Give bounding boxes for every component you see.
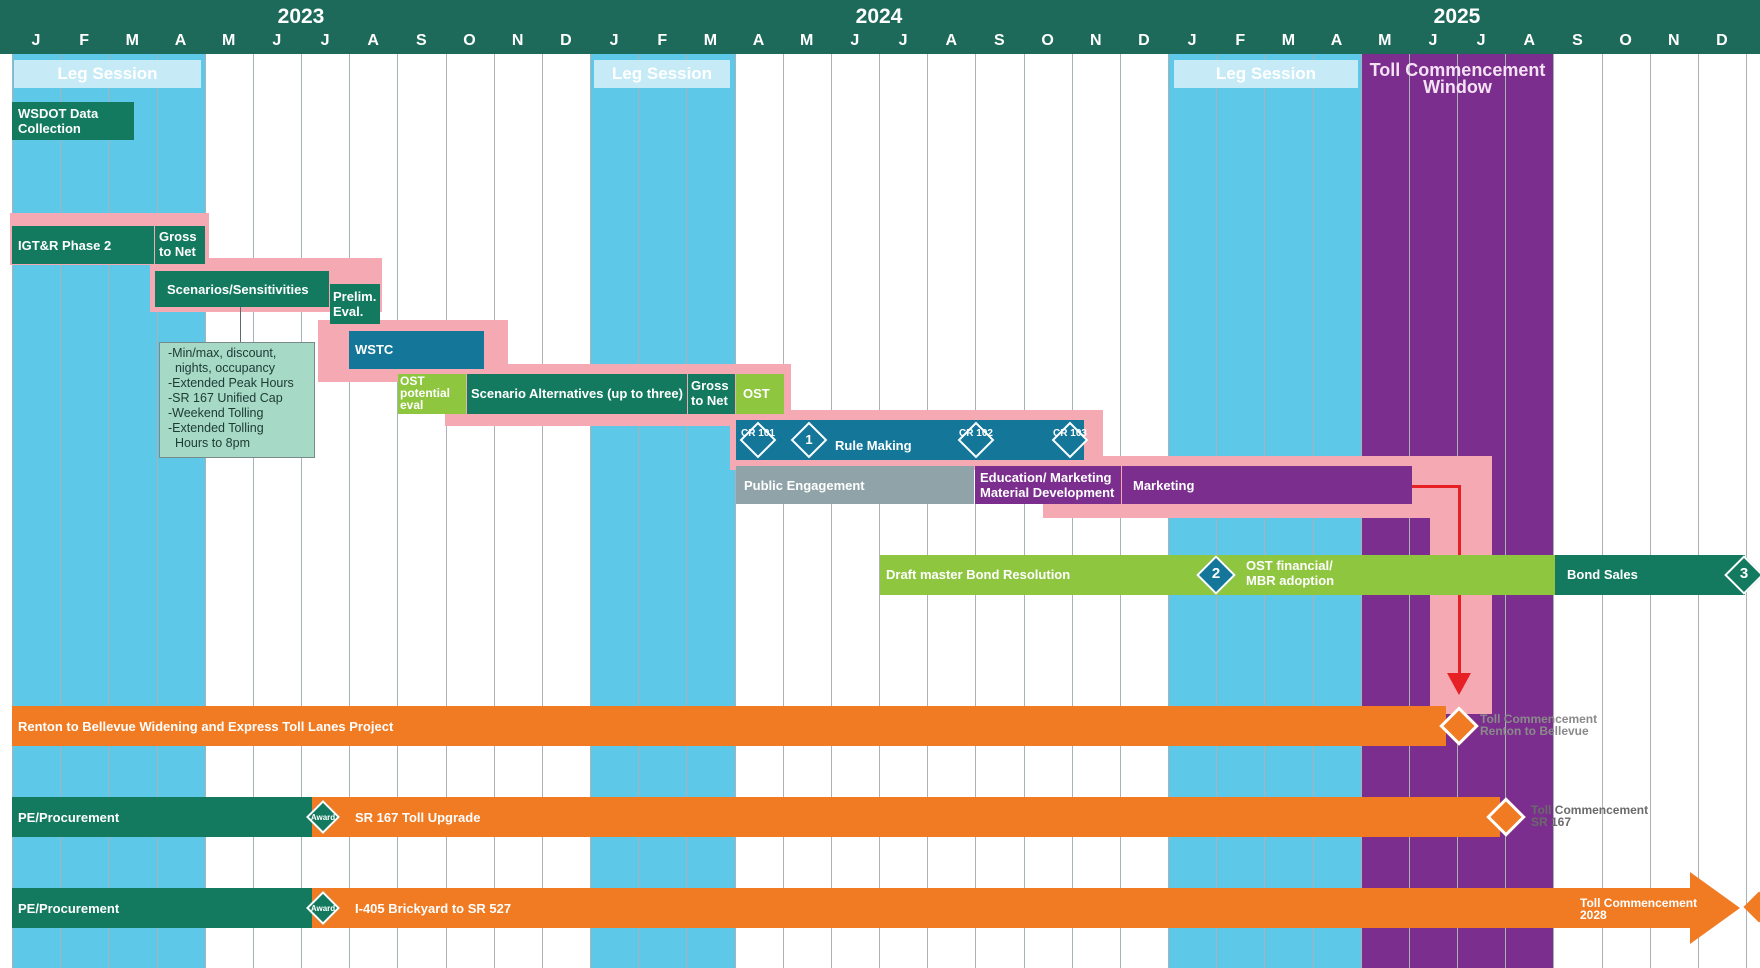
project-label-renton: Renton to Bellevue Widening and Express …: [18, 719, 394, 734]
month-label: A: [1523, 32, 1536, 49]
month-label: O: [463, 32, 476, 49]
toll-window-label: Toll Commencement Window: [1369, 62, 1546, 97]
milestone-label: 1: [805, 432, 813, 447]
month-label: A: [174, 32, 187, 49]
toll-commencement-label: Toll Commencement SR 167: [1531, 804, 1649, 829]
draft-bond-label: Draft master Bond Resolution: [886, 567, 1071, 582]
milestone-label: CR 102: [959, 428, 993, 439]
project-timeline-chart: 2023 2024 2025 J F M A M J J A S O N D J F M A M J J A S O N D J…: [0, 0, 1760, 968]
month-label: J: [850, 32, 860, 49]
note-item: Hours to 8pm: [168, 436, 250, 450]
task-bar-ost-potential: OST potential eval: [398, 374, 466, 414]
task-bar-scenarios: Scenarios/Sensitivities: [155, 271, 329, 307]
month-label: A: [752, 32, 765, 49]
project-bar-i405: [312, 888, 1692, 928]
milestone-label: 3: [1739, 565, 1749, 582]
month-label: N: [511, 32, 524, 49]
task-bar-ost: OST: [736, 374, 784, 414]
award-label: Award: [310, 813, 336, 822]
month-label: D: [1138, 32, 1150, 49]
month-gridline: [1698, 54, 1699, 968]
month-label: S: [1572, 32, 1583, 49]
task-bar-bond-sales: Bond Sales: [1555, 555, 1745, 595]
month-label: J: [1476, 32, 1486, 49]
task-bar-public-engagement: Public Engagement: [736, 466, 974, 504]
project-label-pe: PE/Procurement: [18, 901, 120, 916]
month-label: D: [560, 32, 572, 49]
task-bar-prelim-eval: Prelim. Eval.: [330, 284, 380, 324]
month-label: S: [416, 32, 427, 49]
month-label: J: [1428, 32, 1438, 49]
month-label: J: [272, 32, 282, 49]
month-label: M: [703, 32, 718, 49]
month-label: F: [79, 32, 90, 49]
award-label: Award: [310, 904, 336, 913]
project-bar-sr167: [312, 797, 1500, 837]
month-label: J: [609, 32, 619, 49]
year-label: 2025: [1433, 5, 1481, 28]
milestone-label: CR 101: [741, 428, 775, 439]
month-label: N: [1667, 32, 1680, 49]
note-item: -Min/max, discount,: [168, 346, 277, 360]
project-label-pe: PE/Procurement: [18, 810, 120, 825]
dependency-arrow: [1412, 485, 1460, 488]
year-label: 2023: [277, 5, 325, 28]
month-label: M: [1281, 32, 1296, 49]
month-label: S: [994, 32, 1005, 49]
task-bar-ost-financial: OST financial/ MBR adoption: [1246, 558, 1335, 588]
task-bar-wstc: WSTC: [349, 331, 484, 369]
milestone-label: 2: [1211, 565, 1221, 582]
leg-session-label: Leg Session: [14, 60, 201, 88]
note-item: -Weekend Tolling: [168, 406, 264, 420]
task-bar-marketing: Marketing: [1122, 466, 1412, 504]
month-label: M: [222, 32, 236, 49]
arrow-head: [1447, 673, 1471, 695]
task-bar-igtr: IGT&R Phase 2: [12, 226, 154, 264]
month-label: M: [125, 32, 139, 49]
leg-session-label: Leg Session: [1174, 60, 1358, 88]
toll-commencement-label: Toll Commencement 2028: [1580, 897, 1698, 922]
month-label: J: [898, 32, 908, 49]
month-label: D: [1716, 32, 1728, 49]
month-label: F: [657, 32, 668, 49]
task-bar-education: Education/ Marketing Material Developmen…: [975, 466, 1121, 504]
toll-commencement-label: Toll Commencement Renton to Bellevue: [1480, 713, 1598, 738]
month-label: J: [320, 32, 330, 49]
note-item: -SR 167 Unified Cap: [168, 391, 283, 405]
leg-session-label: Leg Session: [594, 60, 730, 88]
task-bar-scenario-alternatives: Scenario Alternatives (up to three): [467, 374, 687, 414]
month-label: A: [367, 32, 379, 49]
milestone-label: CR 103: [1053, 428, 1087, 439]
month-label: F: [1235, 32, 1246, 49]
month-gridline: [1746, 54, 1747, 968]
month-label: N: [1089, 32, 1102, 49]
task-bar-gross-net: Gross to Net: [155, 226, 205, 264]
rule-making-label: Rule Making: [835, 438, 912, 453]
task-bar-gross-net: Gross to Net: [688, 374, 735, 414]
note-item: nights, occupancy: [168, 361, 276, 375]
note-item: -Extended Tolling: [168, 421, 264, 435]
month-label: J: [31, 32, 41, 49]
month-label: J: [1187, 32, 1197, 49]
note-connector: [240, 307, 241, 342]
month-label: M: [1378, 32, 1392, 49]
month-label: M: [800, 32, 814, 49]
year-label: 2024: [855, 5, 903, 28]
task-bar-wsdot: WSDOT Data Collection: [12, 102, 134, 140]
month-label: A: [1330, 32, 1343, 49]
month-label: O: [1041, 32, 1054, 49]
month-label: A: [945, 32, 957, 49]
month-label: O: [1619, 32, 1632, 49]
project-label-i405: I-405 Brickyard to SR 527: [355, 901, 512, 916]
scenario-notes-box: -Min/max, discount, nights, occupancy -Ex…: [159, 342, 315, 458]
timeline-header: 2023 2024 2025 J F M A M J J A S O N D J F M A M J J A S O N D J…: [0, 0, 1760, 54]
project-label-sr167: SR 167 Toll Upgrade: [355, 810, 481, 825]
scenario-notes-list: -Min/max, discount, nights, occupancy -Ex…: [168, 346, 306, 451]
note-item: -Extended Peak Hours: [168, 376, 294, 390]
